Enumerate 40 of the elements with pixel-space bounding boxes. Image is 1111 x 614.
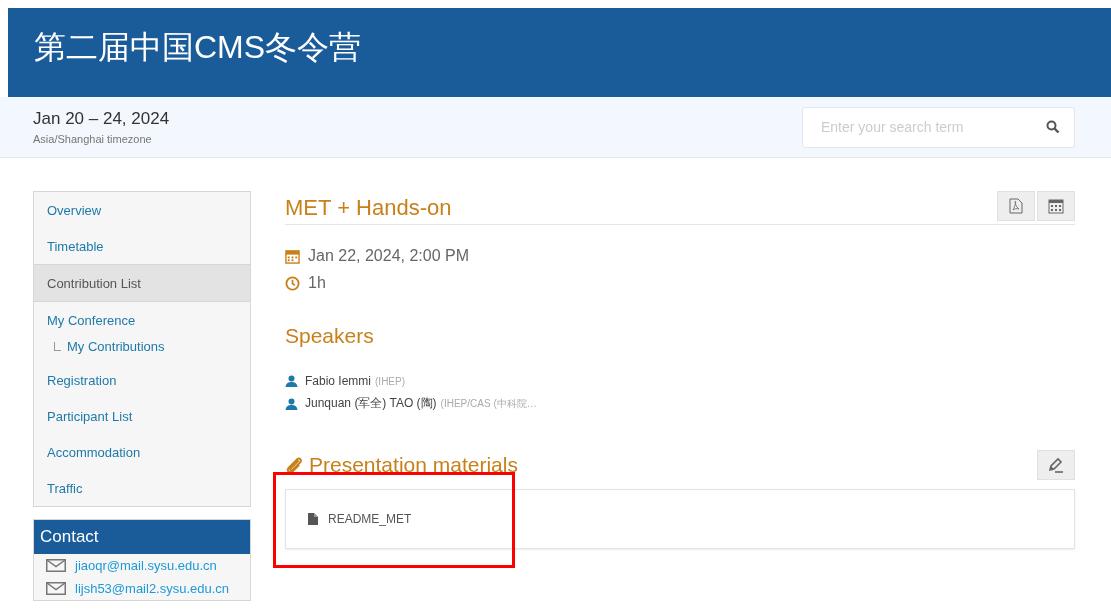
event-dates: Jan 20 – 24, 2024 (33, 109, 170, 129)
duration: 1h (308, 274, 326, 292)
clock-icon (285, 275, 300, 291)
menu-item[interactable]: Overview (34, 192, 250, 228)
menu-item[interactable]: Timetable (34, 228, 250, 264)
pencil-icon (1047, 456, 1065, 474)
timezone-label: Asia/Shanghai timezone (33, 133, 153, 145)
tree-branch-icon (54, 342, 61, 351)
contact-title: Contact (34, 520, 250, 554)
file-icon (308, 513, 318, 525)
speaker-name[interactable]: Fabio Iemmi (305, 374, 372, 388)
envelope-icon (46, 559, 66, 572)
menu-item[interactable]: My Contributions (67, 336, 165, 357)
section-heading: Speakers (285, 324, 375, 348)
calendar-icon (285, 248, 300, 264)
file-link[interactable]: README_MET (328, 512, 412, 526)
person-icon (285, 397, 298, 410)
calendar-icon (1048, 198, 1064, 214)
paperclip-icon (285, 455, 303, 475)
envelope-icon (46, 582, 66, 595)
edit-button[interactable] (1037, 450, 1075, 480)
menu-item[interactable]: Registration (34, 362, 250, 398)
menu-item[interactable]: My Conference (34, 302, 250, 338)
menu-item[interactable]: Traffic (34, 470, 250, 506)
calendar-button[interactable] (1037, 191, 1075, 221)
speaker-name[interactable]: Junquan (军全) TAO (陶) (305, 395, 437, 412)
event-title[interactable]: 第二届中国CMS冬令营 (34, 26, 362, 70)
pdf-icon (1009, 198, 1023, 214)
search-icon[interactable] (1046, 120, 1060, 134)
menu-item[interactable]: Accommodation (34, 434, 250, 470)
section-heading: Presentation materials (309, 453, 518, 477)
start-date: Jan 22, 2024, 2:00 PM (308, 247, 469, 265)
person-icon (285, 375, 298, 387)
speaker-affiliation: (IHEP) (375, 375, 406, 387)
speaker-affiliation: (IHEP/CAS (中科院… (440, 396, 537, 411)
menu-item[interactable]: Participant List (34, 398, 250, 434)
email-link[interactable]: jiaoqr@mail.sysu.edu.cn (75, 558, 217, 573)
contribution-title: MET + Hands-on (285, 195, 452, 221)
menu-item[interactable]: Contribution List (34, 264, 250, 302)
email-link[interactable]: lijsh53@mail2.sysu.edu.cn (75, 581, 230, 596)
